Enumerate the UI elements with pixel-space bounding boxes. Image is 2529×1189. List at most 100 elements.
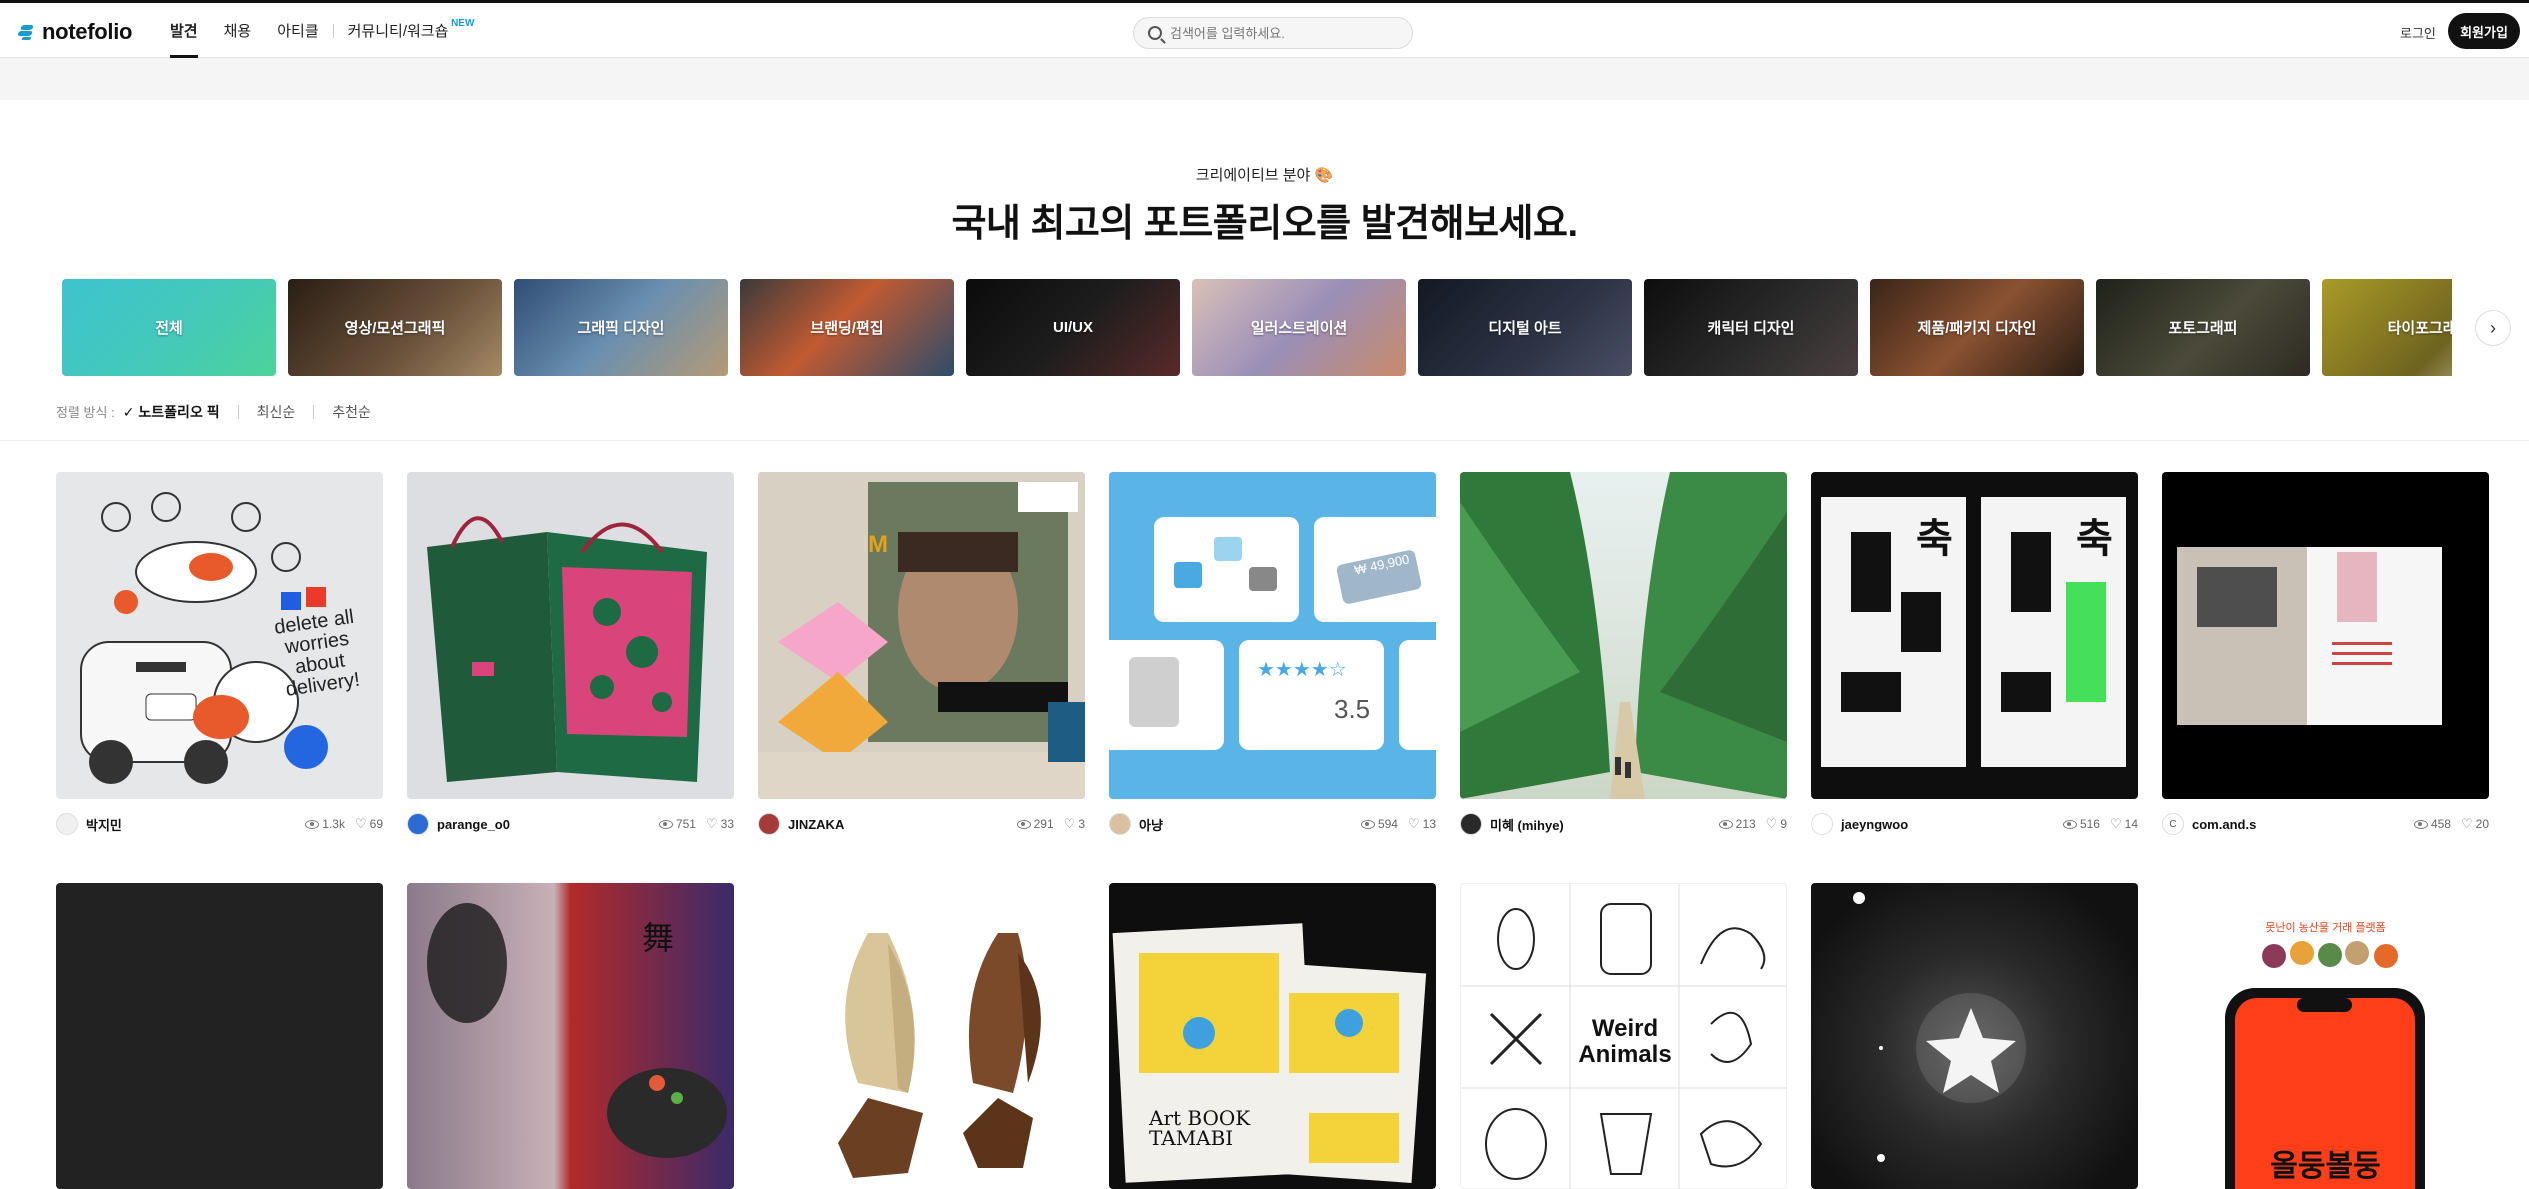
like-count: ♡ 69 <box>355 816 383 832</box>
shopping-bag-mockup <box>427 516 707 782</box>
project-card[interactable]: delete all worries about delivery! 박지민 1… <box>56 472 383 835</box>
project-thumbnail[interactable] <box>2162 472 2489 799</box>
project-thumbnail[interactable] <box>1811 883 2138 1189</box>
project-card[interactable]: 못난이 농산물 거래 플랫폼 올둥볼둥 <box>2162 883 2489 1189</box>
sort-latest[interactable]: 최신순 <box>237 404 314 419</box>
notefolio-logo[interactable]: notefolio <box>17 19 132 45</box>
project-card[interactable]: ₩ 49,900 ★★★★☆ 3.5 아냥 594 ♡ 13 <box>1109 472 1436 835</box>
search-box[interactable] <box>1133 17 1413 49</box>
project-card[interactable]: 축 축 jaeyngwoo 516 ♡ 14 <box>1811 472 2138 835</box>
author-name[interactable]: parange_o0 <box>437 817 649 832</box>
rabbit-objects <box>838 933 1041 1178</box>
card-meta: jaeyngwoo 516 ♡ 14 <box>1811 813 2138 835</box>
project-thumbnail[interactable]: Art BOOK TAMABI <box>1109 883 1436 1189</box>
project-thumbnail[interactable]: 舞 <box>407 883 734 1189</box>
nav-articles[interactable]: 아티클 <box>277 3 318 58</box>
likes-value: 13 <box>1422 817 1436 831</box>
avatar[interactable] <box>407 813 429 835</box>
rating-value: 3.5 <box>1334 694 1371 724</box>
nav-community[interactable]: 커뮤니티/워크숍 NEW <box>347 3 475 58</box>
like-count: ♡ 9 <box>1766 816 1787 832</box>
project-card[interactable] <box>56 883 383 1189</box>
category-character[interactable]: 캐릭터 디자인 <box>1644 279 1858 376</box>
author-name[interactable]: com.and.s <box>2192 817 2404 832</box>
sort-recommended[interactable]: 추천순 <box>313 404 389 419</box>
category-illustration[interactable]: 일러스트레이션 <box>1192 279 1406 376</box>
thumbnail-caption: delete all worries about delivery! <box>272 605 362 701</box>
author-name[interactable]: 미혜 (mihye) <box>1490 815 1709 834</box>
project-card[interactable]: Art BOOK TAMABI <box>1109 883 1436 1189</box>
project-card[interactable]: 미혜 (mihye) 213 ♡ 9 <box>1460 472 1787 835</box>
likes-value: 33 <box>720 817 734 831</box>
avatar[interactable] <box>1109 813 1131 835</box>
project-card[interactable] <box>758 883 1085 1189</box>
category-motion[interactable]: 영상/모션그래픽 <box>288 279 502 376</box>
category-uiux[interactable]: UI/UX <box>966 279 1180 376</box>
view-count: 291 <box>1016 817 1054 831</box>
project-card[interactable]: C com.and.s 458 ♡ 20 <box>2162 472 2489 835</box>
avatar[interactable] <box>56 813 78 835</box>
sort-notefolio-pick[interactable]: ✓ 노트폴리오 픽 <box>123 405 238 419</box>
project-thumbnail[interactable]: delete all worries about delivery! <box>56 472 383 799</box>
category-label: 제품/패키지 디자인 <box>1917 320 2037 337</box>
heart-icon: ♡ <box>705 816 718 831</box>
carousel-next-button[interactable]: › <box>2475 310 2511 346</box>
author-name[interactable]: 아냥 <box>1139 815 1351 834</box>
signup-button[interactable]: 회원가입 <box>2448 13 2520 49</box>
poster-title: 올둥볼둥 <box>2270 1150 2381 1183</box>
category-digital-art[interactable]: 디지털 아트 <box>1418 279 1632 376</box>
category-label: 브랜딩/편집 <box>810 320 884 337</box>
nav-jobs[interactable]: 채용 <box>224 3 252 58</box>
hero-kicker: 크리에이티브 분야 🎨 <box>1195 167 1334 184</box>
project-thumbnail[interactable]: M <box>758 472 1085 799</box>
category-all[interactable]: 전체 <box>62 279 276 376</box>
chevron-right-icon: › <box>2490 317 2496 338</box>
category-label: UI/UX <box>1052 319 1093 336</box>
avatar[interactable]: C <box>2162 813 2184 835</box>
sort-option-label: 노트폴리오 픽 <box>138 403 220 420</box>
heart-icon: ♡ <box>354 816 367 831</box>
author-name[interactable]: JINZAKA <box>788 817 1007 832</box>
category-product[interactable]: 제품/패키지 디자인 <box>1870 279 2084 376</box>
nav-community-label: 커뮤니티/워크숍 <box>347 23 449 40</box>
project-thumbnail[interactable] <box>56 883 383 1189</box>
views-value: 751 <box>675 817 696 831</box>
project-card[interactable]: Weird Animals <box>1460 883 1787 1189</box>
nav-discover[interactable]: 발견 <box>170 3 198 58</box>
check-icon: ✓ <box>122 403 135 420</box>
project-thumbnail[interactable]: ₩ 49,900 ★★★★☆ 3.5 <box>1109 472 1436 799</box>
view-count: 594 <box>1360 817 1398 831</box>
project-card[interactable] <box>1811 883 2138 1189</box>
category-typography[interactable]: 타이포그래피 <box>2322 279 2452 376</box>
project-card[interactable]: parange_o0 751 ♡ 33 <box>407 472 734 835</box>
project-card[interactable]: 舞 <box>407 883 734 1189</box>
project-thumbnail[interactable] <box>407 472 734 799</box>
views-value: 213 <box>1735 817 1756 831</box>
category-photography[interactable]: 포토그래피 <box>2096 279 2310 376</box>
view-count: 1.3k <box>305 817 345 831</box>
project-thumbnail[interactable] <box>758 883 1085 1189</box>
project-thumbnail[interactable]: Weird Animals <box>1460 883 1787 1189</box>
category-graphic[interactable]: 그래픽 디자인 <box>514 279 728 376</box>
category-branding[interactable]: 브랜딩/편집 <box>740 279 954 376</box>
view-count: 751 <box>658 817 696 831</box>
search-input[interactable] <box>1170 25 1390 41</box>
category-label: 캐릭터 디자인 <box>1707 320 1795 337</box>
logo-icon <box>17 23 36 41</box>
search-icon <box>1148 26 1162 40</box>
avatar[interactable] <box>1460 813 1482 835</box>
login-link[interactable]: 로그인 <box>2400 23 2436 42</box>
svg-text:축: 축 <box>2076 516 2113 562</box>
avatar[interactable] <box>758 813 780 835</box>
heart-icon: ♡ <box>1063 816 1076 831</box>
project-card[interactable]: M JINZAKA 291 ♡ 3 <box>758 472 1085 835</box>
project-thumbnail[interactable]: 축 축 <box>1811 472 2138 799</box>
views-value: 1.3k <box>322 817 345 831</box>
project-thumbnail[interactable] <box>1460 472 1787 799</box>
project-thumbnail[interactable]: 못난이 농산물 거래 플랫폼 올둥볼둥 <box>2162 883 2489 1189</box>
author-name[interactable]: jaeyngwoo <box>1841 817 2053 832</box>
card-meta: 박지민 1.3k ♡ 69 <box>56 813 383 835</box>
avatar[interactable] <box>1811 813 1833 835</box>
author-name[interactable]: 박지민 <box>86 815 295 834</box>
forest-path-illustration <box>1460 472 1787 799</box>
